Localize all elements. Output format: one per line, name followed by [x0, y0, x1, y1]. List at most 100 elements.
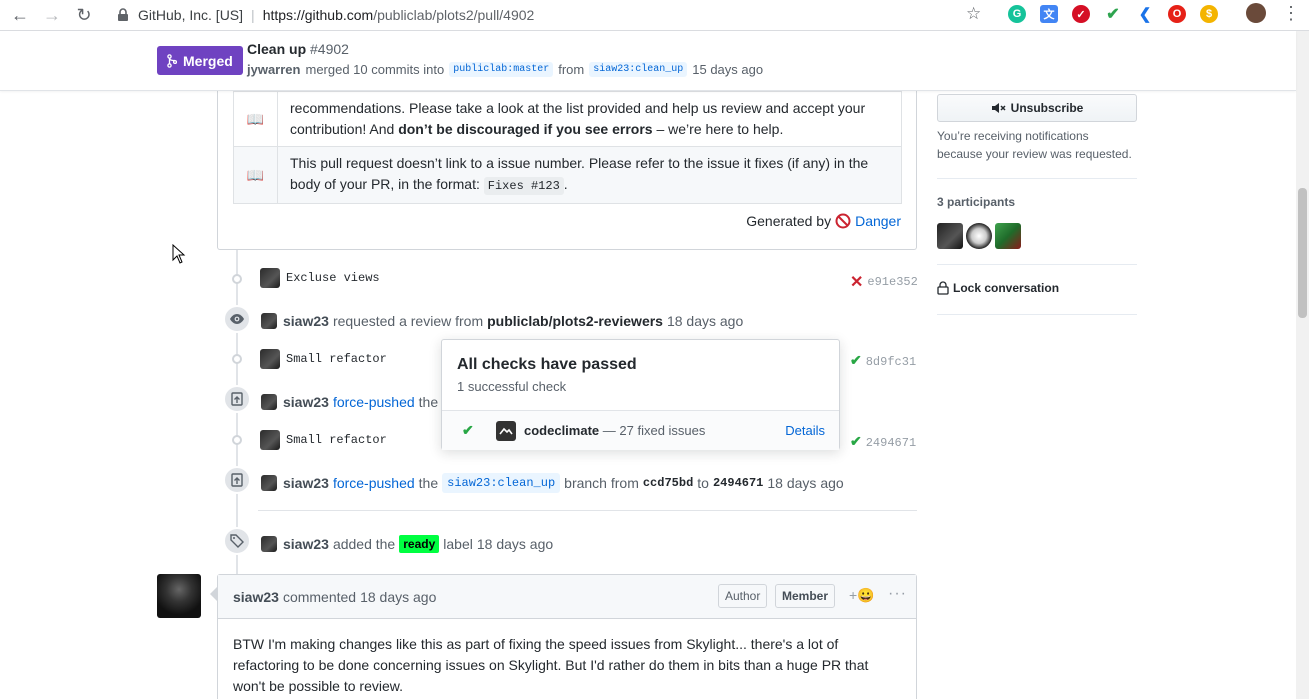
event-text: the: [418, 475, 439, 491]
pr-title-text: Clean up: [247, 41, 307, 57]
codeclimate-logo-icon: [496, 420, 516, 441]
more-options-icon[interactable]: ···: [888, 585, 907, 603]
commit-message[interactable]: Excluse views: [286, 271, 380, 285]
event-age: 18 days ago: [476, 536, 554, 552]
sidebar-divider: [937, 178, 1137, 179]
comment-header: siaw23 commented 18 days ago Author Memb…: [218, 575, 916, 619]
todoist-extension-icon[interactable]: ✓: [1072, 5, 1090, 23]
avatar[interactable]: [260, 349, 280, 369]
danger-comment-box: 📖 recommendations. Please take a look at…: [217, 91, 917, 250]
danger-message: recommendations. Please take a look at t…: [277, 91, 902, 147]
translate-extension-icon[interactable]: 文: [1040, 5, 1058, 23]
checks-subtitle: 1 successful check: [457, 379, 567, 394]
comment-author-avatar[interactable]: [157, 574, 201, 618]
commit-sha-link[interactable]: 2494671: [866, 436, 916, 450]
event-author[interactable]: siaw23: [283, 394, 329, 410]
check-app-name: codeclimate: [524, 423, 600, 438]
commit-row: Small refactor: [260, 430, 387, 450]
participant-avatar[interactable]: [966, 223, 992, 249]
reviewer-team[interactable]: publiclab/plots2-reviewers: [487, 313, 663, 329]
from-sha[interactable]: ccd75bd: [643, 476, 693, 490]
add-reaction-icon[interactable]: +😀: [849, 587, 875, 604]
commit-row: Small refactor: [260, 349, 387, 369]
url-path: /publiclab/plots2/pull/4902: [373, 7, 535, 23]
commit-message[interactable]: Small refactor: [286, 352, 387, 366]
avatar[interactable]: [261, 313, 277, 329]
check-row: ✔ codeclimate — 27 fixed issues Details: [442, 410, 839, 450]
commit-message[interactable]: Small refactor: [286, 433, 387, 447]
pr-title: Clean up #4902: [247, 41, 349, 57]
ready-label[interactable]: ready: [399, 535, 440, 553]
to-sha[interactable]: 2494671: [713, 476, 763, 490]
avatar[interactable]: [260, 430, 280, 450]
back-arrow-icon[interactable]: ←: [4, 1, 36, 29]
member-badge: Member: [775, 584, 836, 608]
checks-title: All checks have passed: [457, 356, 637, 373]
avatar[interactable]: [261, 394, 277, 410]
commit-dot-icon: [231, 434, 243, 446]
generated-by: Generated by Danger: [746, 213, 901, 229]
profile-avatar[interactable]: [1246, 3, 1266, 23]
danger-link[interactable]: Danger: [855, 213, 901, 229]
merged-status-label: Merged: [183, 52, 233, 69]
head-branch[interactable]: siaw23:clean_up: [589, 62, 688, 77]
event-age: 18 days ago: [767, 475, 844, 491]
table-row: 📖 recommendations. Please take a look at…: [233, 91, 902, 147]
event-text-label: label: [443, 536, 473, 552]
grammarly-extension-icon[interactable]: G: [1008, 5, 1026, 23]
merge-icon: [167, 53, 177, 68]
check-details-link[interactable]: Details: [785, 423, 825, 438]
comment-author[interactable]: siaw23: [233, 589, 279, 605]
browser-menu-icon[interactable]: ⋮: [1282, 3, 1300, 24]
timeline-divider: [258, 510, 917, 511]
commit-sha: ✔ 2494671: [850, 434, 916, 451]
commit-sha-link[interactable]: e91e352: [867, 275, 917, 289]
event-text: requested a review from: [332, 313, 484, 329]
merger-username[interactable]: jywarren: [247, 62, 300, 77]
forward-arrow-icon[interactable]: →: [36, 1, 68, 29]
book-icon: 📖: [233, 91, 278, 147]
from-text: from: [558, 62, 585, 77]
bookmark-star-icon[interactable]: ☆: [966, 4, 981, 24]
event-author[interactable]: siaw23: [283, 475, 329, 491]
comment-action: commented: [282, 588, 357, 605]
reload-icon[interactable]: ↻: [68, 1, 100, 29]
participant-avatar[interactable]: [995, 223, 1021, 249]
merged-status-badge: Merged: [157, 46, 243, 75]
merged-text: merged 10 commits into: [305, 62, 445, 77]
opera-extension-icon[interactable]: O: [1168, 5, 1186, 23]
base-branch[interactable]: publiclab:master: [449, 62, 554, 77]
coin-extension-icon[interactable]: $: [1200, 5, 1218, 23]
comment-age[interactable]: 18 days ago: [360, 589, 436, 605]
commit-sha-link[interactable]: 8d9fc31: [866, 355, 916, 369]
k-extension-icon[interactable]: ❮: [1136, 5, 1154, 23]
danger-message-text-end: – we’re here to help.: [652, 121, 784, 137]
participant-avatar[interactable]: [937, 223, 963, 249]
checks-popover: All checks have passed 1 successful chec…: [441, 339, 840, 450]
event-author[interactable]: siaw23: [283, 536, 329, 552]
check-icon[interactable]: ✔: [850, 434, 862, 451]
event-age: 18 days ago: [666, 313, 744, 329]
check-extension-icon[interactable]: ✔: [1104, 5, 1122, 23]
page-scrollbar[interactable]: [1296, 31, 1309, 699]
address-separator: |: [251, 7, 255, 23]
scrollbar-thumb[interactable]: [1298, 188, 1307, 318]
address-bar[interactable]: GitHub, Inc. [US] | https://github.com/p…: [110, 2, 1010, 28]
branch-name[interactable]: siaw23:clean_up: [442, 473, 561, 493]
avatar[interactable]: [260, 268, 280, 288]
check-icon[interactable]: ✔: [850, 353, 862, 370]
lock-conversation-button[interactable]: Lock conversation: [937, 281, 1059, 295]
unsubscribe-button[interactable]: Unsubscribe: [937, 94, 1137, 122]
force-pushed-link[interactable]: force-pushed: [333, 475, 415, 491]
avatar[interactable]: [261, 536, 277, 552]
browser-toolbar: ← → ↻ GitHub, Inc. [US] | https://github…: [0, 0, 1309, 31]
commit-row: Excluse views: [260, 268, 380, 288]
x-icon[interactable]: ✕: [850, 272, 863, 292]
site-identity: GitHub, Inc. [US]: [138, 7, 244, 23]
force-pushed-link[interactable]: force-pushed: [333, 394, 415, 410]
event-author[interactable]: siaw23: [283, 313, 329, 329]
avatar[interactable]: [261, 475, 277, 491]
notification-reason: You’re receiving notifications because y…: [937, 129, 1132, 161]
url-text: https://github.com/publiclab/plots2/pull…: [263, 7, 535, 23]
danger-message-text-end: .: [563, 176, 568, 192]
